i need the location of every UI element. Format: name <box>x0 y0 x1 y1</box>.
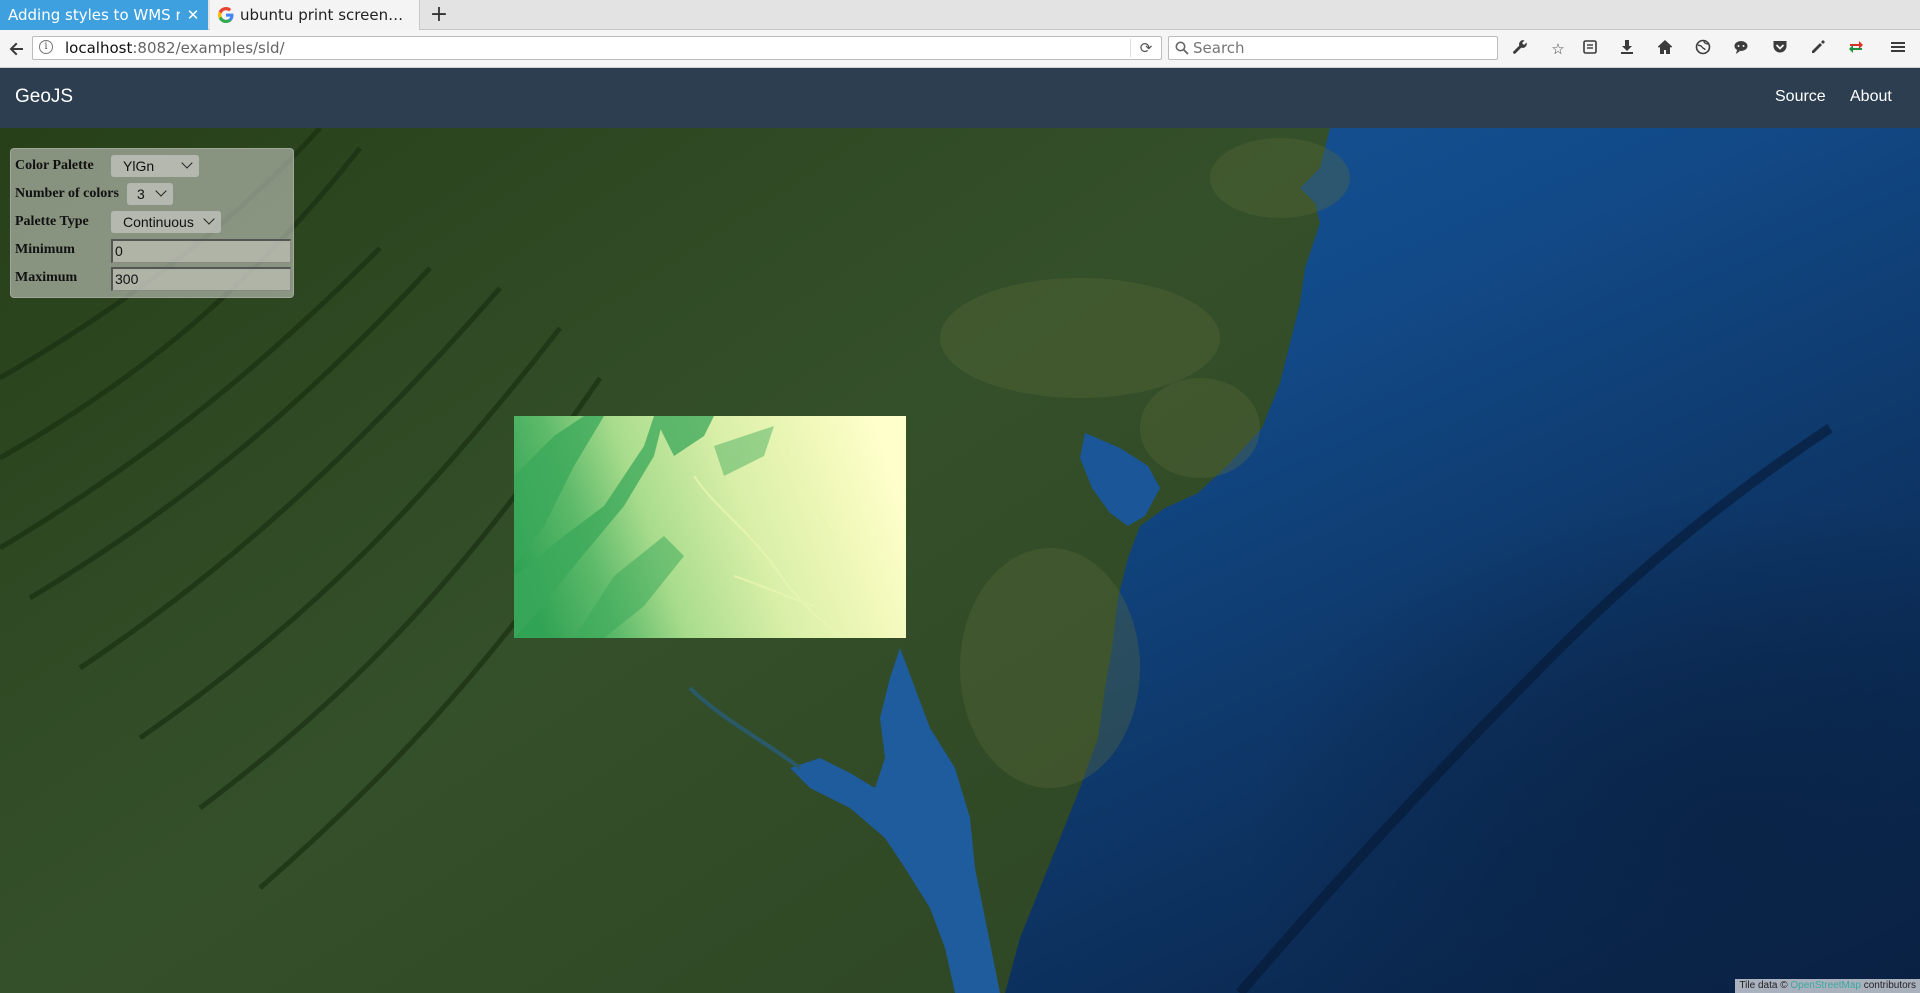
url-bar[interactable]: i localhost:8082/examples/sld/ ⟳ <box>32 36 1162 60</box>
minimum-label: Minimum <box>15 242 75 257</box>
style-control-panel: Color Palette YlGn Number of colors 3 Pa… <box>10 148 294 298</box>
about-link[interactable]: About <box>1850 68 1892 126</box>
attribution-suffix: contributors <box>1863 980 1916 991</box>
num-colors-label: Number of colors <box>15 186 119 201</box>
chat-icon[interactable] <box>1731 39 1751 59</box>
minimum-row: Minimum 0 <box>15 237 295 263</box>
color-palette-row: Color Palette YlGn <box>15 153 295 179</box>
num-colors-row: Number of colors 3 <box>15 181 295 207</box>
menu-icon[interactable] <box>1888 39 1908 59</box>
elevation-raster-overlay <box>514 416 906 638</box>
sync-icon[interactable] <box>1846 39 1866 59</box>
palette-type-row: Palette Type Continuous <box>15 209 295 235</box>
chevron-down-icon <box>203 213 215 225</box>
browser-tab-strip: Adding styles to WMS r… ✕ ubuntu print s… <box>0 0 1920 30</box>
deep-ocean-shade <box>1100 428 1920 993</box>
wrench-icon[interactable] <box>1510 39 1530 59</box>
bookmark-star-icon[interactable]: ☆ <box>1548 39 1568 59</box>
google-favicon-icon <box>218 7 234 23</box>
url-path: :8082/examples/sld/ <box>132 39 285 57</box>
palette-type-select[interactable]: Continuous <box>111 211 221 233</box>
chevron-down-icon <box>155 185 167 197</box>
color-palette-select[interactable]: YlGn <box>111 155 199 177</box>
map-attribution: Tile data © OpenStreetMap contributors <box>1735 979 1920 993</box>
url-text[interactable]: localhost:8082/examples/sld/ <box>65 37 285 59</box>
palette-type-label: Palette Type <box>15 214 89 229</box>
maximum-row: Maximum 300 <box>15 265 295 291</box>
reading-list-icon[interactable] <box>1580 39 1600 59</box>
palette-type-value: Continuous <box>123 214 194 230</box>
tab-title: ubuntu print screen… <box>240 6 404 24</box>
tab-title: Adding styles to WMS r… <box>8 6 180 24</box>
search-input[interactable] <box>1193 37 1483 59</box>
tab-sld-example[interactable]: Adding styles to WMS r… ✕ <box>0 0 208 30</box>
openstreetmap-link[interactable]: OpenStreetMap <box>1790 980 1861 991</box>
source-link[interactable]: Source <box>1775 68 1826 126</box>
home-icon[interactable] <box>1655 39 1675 59</box>
reload-icon[interactable]: ⟳ <box>1130 39 1155 57</box>
extension-icon[interactable] <box>1808 39 1828 59</box>
map-viewport[interactable]: Color Palette YlGn Number of colors 3 Pa… <box>0 128 1920 993</box>
close-tab-icon[interactable]: ✕ <box>186 0 200 30</box>
search-icon <box>1175 41 1189 55</box>
search-bar[interactable] <box>1168 36 1498 60</box>
back-arrow-icon[interactable] <box>6 38 28 60</box>
maximum-input[interactable]: 300 <box>111 267 291 291</box>
color-palette-label: Color Palette <box>15 158 94 173</box>
download-icon[interactable] <box>1617 39 1637 59</box>
new-tab-plus-icon[interactable]: + <box>428 0 450 30</box>
browser-navigation-bar: i localhost:8082/examples/sld/ ⟳ ☆ <box>0 30 1920 68</box>
num-colors-select[interactable]: 3 <box>127 183 173 205</box>
globe-icon[interactable] <box>1693 39 1713 59</box>
attribution-prefix: Tile data © <box>1739 980 1788 991</box>
num-colors-value: 3 <box>137 186 145 202</box>
brand-logo[interactable]: GeoJS <box>15 68 73 126</box>
url-host: localhost <box>65 39 133 57</box>
color-palette-value: YlGn <box>123 158 155 174</box>
tab-google-search[interactable]: ubuntu print screen… <box>210 0 420 30</box>
site-info-icon[interactable]: i <box>39 40 53 54</box>
app-header: GeoJS Source About <box>0 68 1920 128</box>
pocket-icon[interactable] <box>1770 39 1790 59</box>
chevron-down-icon <box>181 157 193 169</box>
maximum-label: Maximum <box>15 270 78 285</box>
minimum-input[interactable]: 0 <box>111 239 291 263</box>
